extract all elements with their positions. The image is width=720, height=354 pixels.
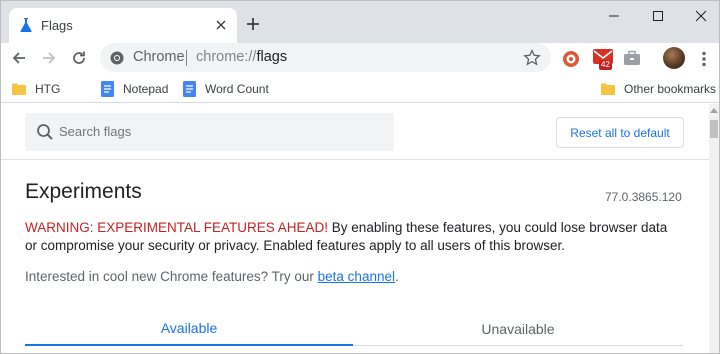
folder-icon <box>601 83 615 95</box>
mail-checker-icon[interactable]: 42 <box>593 49 617 70</box>
reload-icon[interactable] <box>68 47 90 69</box>
search-placeholder: Search flags <box>59 124 132 139</box>
folder-icon <box>12 83 26 95</box>
search-flags-input[interactable]: Search flags <box>25 113 394 151</box>
briefcase-icon[interactable] <box>622 49 642 69</box>
bookmark-word-count[interactable]: Word Count <box>183 80 269 97</box>
warning-text: WARNING: EXPERIMENTAL FEATURES AHEAD! By… <box>25 219 675 255</box>
forward-icon[interactable] <box>38 47 60 69</box>
scroll-up-icon[interactable] <box>710 107 718 113</box>
flask-icon <box>20 18 32 32</box>
tab-flags[interactable]: Flags <box>9 8 237 43</box>
beta-promo-text: Interested in cool new Chrome features? … <box>25 269 399 284</box>
other-bookmarks-label: Other bookmarks <box>624 81 717 96</box>
promo-end: . <box>394 269 399 284</box>
bookmarks-bar: HTG Notepad Word Count Other bookmarks <box>1 73 719 103</box>
omnibox-separator <box>186 50 187 66</box>
docs-icon <box>183 80 196 97</box>
menu-kebab-icon[interactable] <box>694 49 714 69</box>
tab-strip: Flags <box>1 1 719 43</box>
tab-available[interactable]: Available <box>25 312 353 346</box>
close-window-icon[interactable] <box>684 6 718 26</box>
mail-badge: 42 <box>599 60 612 70</box>
warning-heading: WARNING: EXPERIMENTAL FEATURES AHEAD! <box>25 220 329 235</box>
minimize-icon[interactable] <box>597 6 631 26</box>
omnibox-chip: Chrome <box>133 49 185 65</box>
new-tab-icon[interactable] <box>243 14 263 34</box>
address-bar[interactable]: Chrome chrome://flags <box>100 43 551 72</box>
page-title: Experiments <box>25 180 142 203</box>
bookmark-label: HTG <box>35 81 61 96</box>
duckduckgo-icon[interactable] <box>561 49 581 69</box>
beta-channel-link[interactable]: beta channel <box>318 269 395 284</box>
bookmark-label: Notepad <box>123 81 169 96</box>
flags-header: Search flags Reset all to default <box>1 104 709 160</box>
close-tab-icon[interactable] <box>212 16 230 34</box>
url-host: flags <box>256 49 288 65</box>
bookmark-label: Word Count <box>205 81 269 96</box>
flags-page: Search flags Reset all to default Experi… <box>1 104 709 353</box>
star-icon[interactable] <box>523 49 541 67</box>
back-icon[interactable] <box>8 47 30 69</box>
browser-window: Flags Chrome chrome://flags 42 HTG Notep… <box>0 0 720 354</box>
url-text: chrome://flags <box>196 49 287 65</box>
docs-icon <box>101 80 114 97</box>
tab-unavailable[interactable]: Unavailable <box>353 312 683 346</box>
avatar[interactable] <box>663 47 685 69</box>
scroll-thumb[interactable] <box>710 120 718 138</box>
toolbar: Chrome chrome://flags 42 <box>1 43 719 73</box>
chrome-icon <box>110 51 124 65</box>
search-icon <box>37 124 53 140</box>
reset-all-button[interactable]: Reset all to default <box>556 117 684 148</box>
bookmark-notepad[interactable]: Notepad <box>101 80 168 97</box>
maximize-icon[interactable] <box>641 6 675 26</box>
version-label: 77.0.3865.120 <box>605 190 682 204</box>
url-scheme: chrome:// <box>196 49 257 65</box>
other-bookmarks[interactable]: Other bookmarks <box>601 80 716 97</box>
promo-text: Interested in cool new Chrome features? … <box>25 269 318 284</box>
bookmark-htg[interactable]: HTG <box>12 80 60 97</box>
scrollbar[interactable] <box>709 104 719 353</box>
tab-title: Flags <box>41 18 73 33</box>
